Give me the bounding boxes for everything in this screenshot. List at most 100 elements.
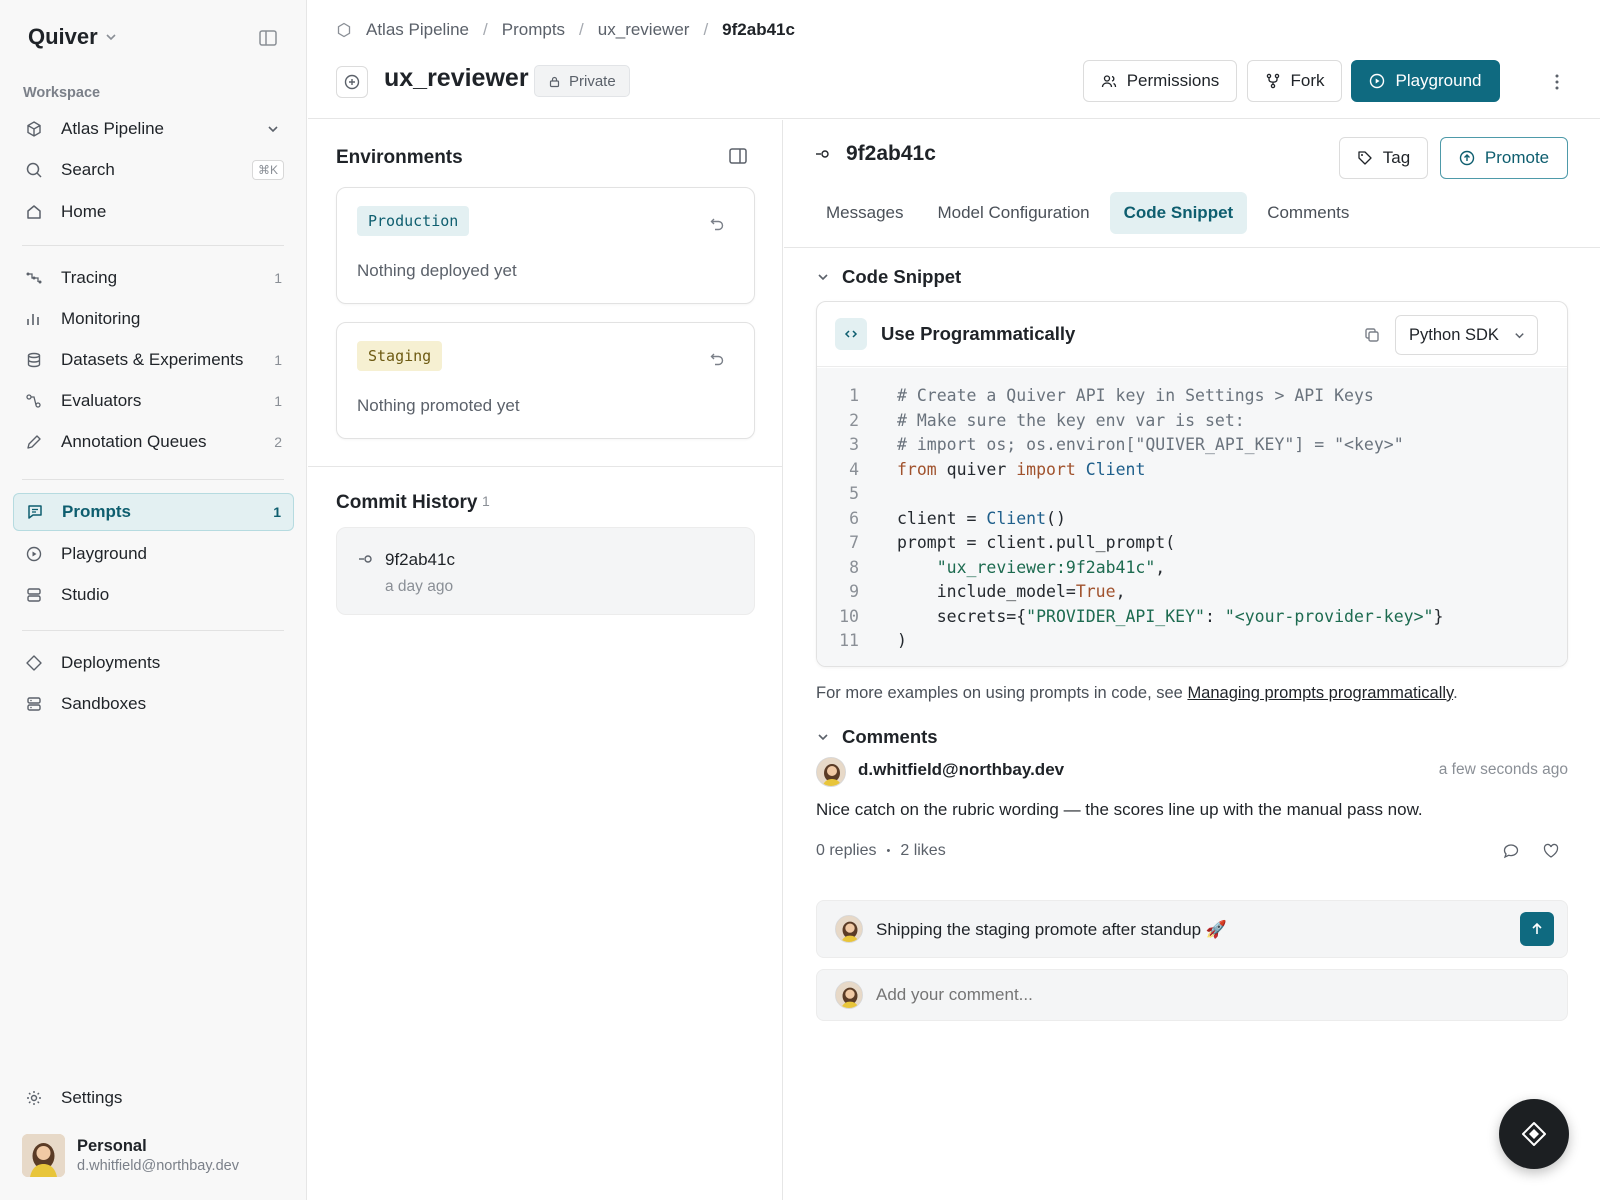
environment-tag: Production xyxy=(357,206,470,236)
chevron-down-icon xyxy=(1515,332,1524,338)
play-circle-icon xyxy=(1370,73,1385,89)
line-number: 11 xyxy=(839,631,859,650)
environment-status: Nothing promoted yet xyxy=(357,396,520,415)
tab-messages[interactable]: Messages xyxy=(812,192,917,234)
more-options-icon[interactable] xyxy=(1548,70,1566,94)
tag-icon xyxy=(1358,151,1372,165)
breadcrumb-prompts[interactable]: Prompts xyxy=(502,20,565,40)
commit-detail-panel: 9f2ab41c Tag Promote Messages Model Conf… xyxy=(784,120,1600,1200)
playground-label: Playground xyxy=(1395,71,1482,90)
permissions-button[interactable]: Permissions xyxy=(1083,60,1237,102)
reply-draft-box[interactable]: Shipping the staging promote after stand… xyxy=(816,900,1568,958)
prompt-icon-button[interactable] xyxy=(336,66,368,98)
code-text: # Create a Quiver API key in Settings > … xyxy=(897,386,1374,405)
profile-email: d.whitfield@northbay.dev xyxy=(77,1158,239,1174)
workspace-selector[interactable]: Atlas Pipeline xyxy=(13,110,294,148)
reply-icon[interactable] xyxy=(1502,842,1520,860)
sidebar-item-count: 1 xyxy=(273,504,281,520)
copy-icon[interactable] xyxy=(1363,326,1381,344)
sdk-select[interactable]: Python SDK xyxy=(1395,315,1538,355)
sidebar-item-settings[interactable]: Settings xyxy=(13,1079,294,1117)
sidebar-toggle-icon[interactable] xyxy=(258,28,278,48)
breadcrumb-workspace[interactable]: Atlas Pipeline xyxy=(366,20,469,40)
line-number: 6 xyxy=(849,508,859,528)
tag-button[interactable]: Tag xyxy=(1339,137,1428,179)
code-line: 11) xyxy=(817,629,1567,654)
sidebar-item-tracing[interactable]: Tracing 1 xyxy=(13,259,294,297)
visibility-badge: Private xyxy=(534,65,630,97)
sidebar-item-sandboxes[interactable]: Sandboxes xyxy=(13,685,294,723)
fork-button[interactable]: Fork xyxy=(1247,60,1342,102)
environment-card-production[interactable]: Production Nothing deployed yet xyxy=(336,187,755,304)
line-number: 4 xyxy=(849,459,859,479)
code-text: secrets={"PROVIDER_API_KEY": "<your-prov… xyxy=(897,606,1444,626)
commit-item[interactable]: 9f2ab41c a day ago xyxy=(336,527,755,615)
assistant-fab-button[interactable] xyxy=(1499,1099,1569,1169)
comments-section-toggle[interactable]: Comments xyxy=(816,726,938,748)
breadcrumb-prompt[interactable]: ux_reviewer xyxy=(598,20,690,40)
tab-code-snippet[interactable]: Code Snippet xyxy=(1109,192,1248,234)
code-card-title: Use Programmatically xyxy=(881,323,1076,344)
code-snippet-section-toggle[interactable]: Code Snippet xyxy=(816,266,961,288)
code-line: 4 from quiver import Client xyxy=(817,458,1567,483)
sidebar-item-deployments[interactable]: Deployments xyxy=(13,644,294,682)
cube-icon xyxy=(25,120,43,138)
commit-time: a day ago xyxy=(385,578,454,595)
managing-prompts-link[interactable]: Managing prompts programmatically xyxy=(1187,684,1453,702)
detail-tabs: Messages Model Configuration Code Snippe… xyxy=(812,192,1363,234)
panel-toggle-icon[interactable] xyxy=(728,146,748,166)
sidebar-item-datasets[interactable]: Datasets & Experiments 1 xyxy=(13,341,294,379)
undo-icon[interactable] xyxy=(709,215,726,232)
comment-replies[interactable]: 0 replies xyxy=(816,842,876,861)
environment-tag: Staging xyxy=(357,341,443,371)
commit-icon xyxy=(816,150,829,158)
page-header: Atlas Pipeline / Prompts / ux_reviewer /… xyxy=(308,0,1600,119)
fork-label: Fork xyxy=(1290,71,1325,90)
brand-switcher[interactable]: Quiver xyxy=(28,24,118,50)
permissions-label: Permissions xyxy=(1126,71,1220,90)
sidebar-item-annotation-queues[interactable]: Annotation Queues 2 xyxy=(13,423,294,461)
line-number: 1 xyxy=(849,386,859,405)
playground-button[interactable]: Playground xyxy=(1351,60,1500,102)
tab-comments[interactable]: Comments xyxy=(1253,192,1363,234)
tab-model-configuration[interactable]: Model Configuration xyxy=(923,192,1103,234)
environment-card-staging[interactable]: Staging Nothing promoted yet xyxy=(336,322,755,439)
sidebar-item-home[interactable]: Home xyxy=(13,193,294,231)
comment-input-box[interactable] xyxy=(816,969,1568,1021)
heart-icon[interactable] xyxy=(1542,842,1560,860)
comment-likes: 2 likes xyxy=(900,842,946,859)
sidebar-item-playground[interactable]: Playground xyxy=(13,535,294,573)
sidebar-item-studio[interactable]: Studio xyxy=(13,576,294,614)
sidebar-item-label: Datasets & Experiments xyxy=(61,350,244,369)
comments-section-title: Comments xyxy=(842,726,938,747)
sidebar-item-search[interactable]: Search ⌘K xyxy=(13,151,294,189)
page-title: ux_reviewer xyxy=(384,64,529,92)
breadcrumb-separator: / xyxy=(483,20,488,39)
code-snippet-section-title: Code Snippet xyxy=(842,266,962,287)
tabs-divider xyxy=(784,247,1600,248)
code-block[interactable]: 1 # Create a Quiver API key in Settings >… xyxy=(817,368,1567,666)
profile-menu[interactable]: Personal d.whitfield@northbay.dev xyxy=(22,1134,239,1177)
evaluator-icon xyxy=(25,392,43,410)
promote-label: Promote xyxy=(1484,148,1550,167)
comment-input[interactable] xyxy=(876,985,1516,1005)
sidebar-item-label: Prompts xyxy=(62,502,131,521)
play-circle-icon xyxy=(25,545,43,563)
sidebar-item-monitoring[interactable]: Monitoring xyxy=(13,300,294,338)
commit-icon xyxy=(359,554,373,564)
more-examples-text: For more examples on using prompts in co… xyxy=(816,684,1458,703)
sidebar-divider xyxy=(22,245,284,246)
sidebar-item-evaluators[interactable]: Evaluators 1 xyxy=(13,382,294,420)
sidebar-divider xyxy=(22,630,284,631)
send-button[interactable] xyxy=(1520,912,1554,946)
bar-chart-icon xyxy=(25,310,43,328)
sidebar-item-prompts[interactable]: Prompts 1 xyxy=(13,493,294,531)
code-line: 8 "ux_reviewer:9f2ab41c", xyxy=(817,556,1567,581)
sidebar-item-label: Annotation Queues xyxy=(61,432,207,451)
promote-button[interactable]: Promote xyxy=(1440,137,1568,179)
code-line: 7 prompt = client.pull_prompt( xyxy=(817,531,1567,556)
sidebar-item-label: Sandboxes xyxy=(61,694,147,713)
comment-body: Nice catch on the rubric wording — the s… xyxy=(816,800,1423,819)
undo-icon[interactable] xyxy=(709,350,726,367)
code-text: ) xyxy=(897,631,907,650)
